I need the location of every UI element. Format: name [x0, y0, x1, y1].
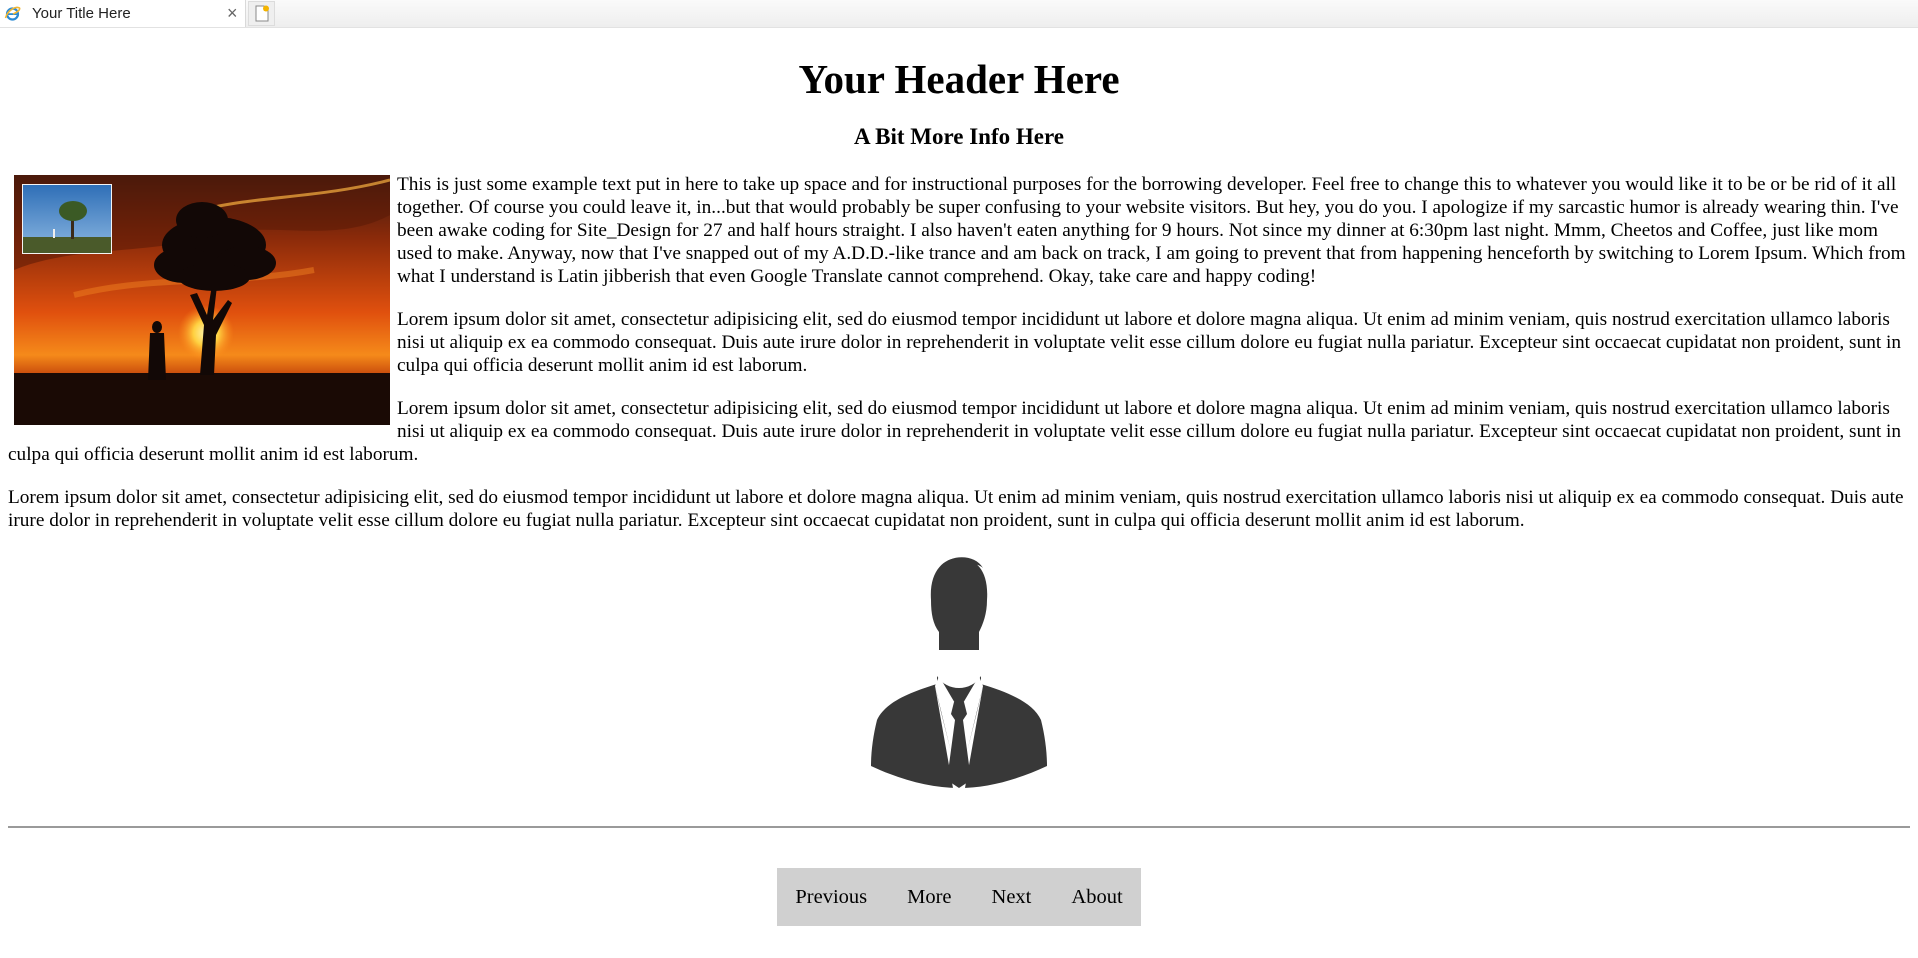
sunset-tree-silhouette-image [14, 175, 390, 425]
horizontal-divider [8, 826, 1910, 828]
page-subheader: A Bit More Info Here [854, 124, 1064, 149]
browser-tab-strip: Your Title Here × [0, 0, 1918, 28]
nav-next-button[interactable]: Next [972, 886, 1052, 909]
content-area: This is just some example text put in he… [8, 173, 1910, 532]
paragraph-lorem-3: Lorem ipsum dolor sit amet, consectetur … [8, 487, 1904, 531]
tree-field-thumbnail-image [22, 184, 112, 254]
browser-tab[interactable]: Your Title Here × [0, 0, 246, 27]
ie-icon [4, 6, 21, 21]
nav-previous-button[interactable]: Previous [775, 886, 887, 909]
person-silhouette-avatar [871, 557, 1047, 788]
tab-title: Your Title Here [32, 5, 131, 22]
new-tab-button[interactable] [248, 1, 275, 26]
nav-about-button[interactable]: About [1051, 886, 1142, 909]
tab-close-icon[interactable]: × [227, 2, 238, 24]
bottom-navigation: Previous More Next About [777, 868, 1141, 926]
page-body: Your Header Here A Bit More Info Here Th… [8, 27, 1910, 926]
new-tab-icon [255, 5, 269, 22]
page-header: Your Header Here [798, 56, 1120, 102]
avatar [8, 552, 1910, 790]
nav-more-button[interactable]: More [887, 886, 971, 909]
